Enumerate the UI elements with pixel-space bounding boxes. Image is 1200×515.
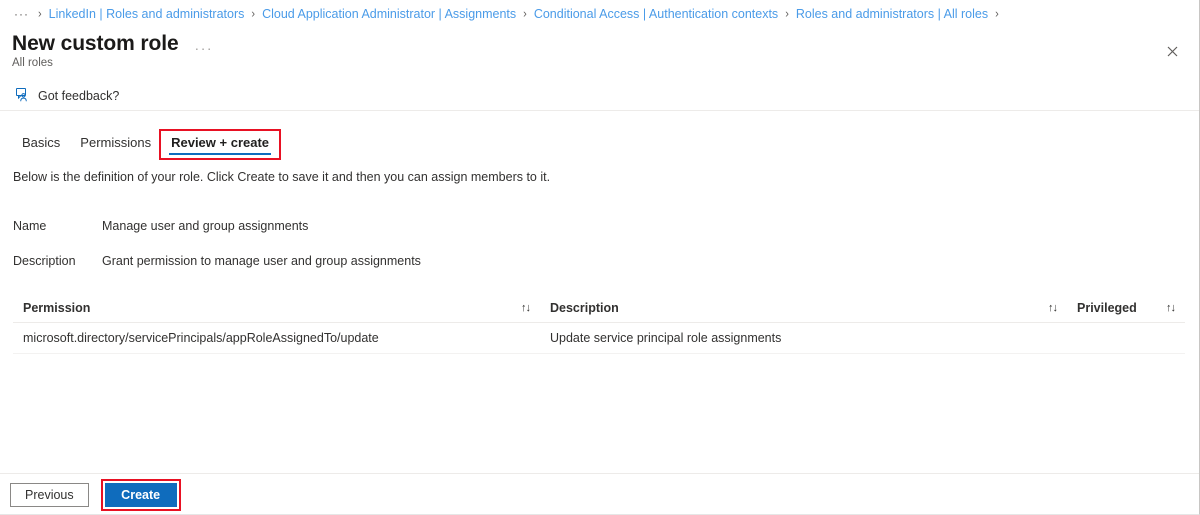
breadcrumb-item-linkedin-roles[interactable]: LinkedIn | Roles and administrators bbox=[49, 7, 245, 21]
role-summary-fields: Name Manage user and group assignments D… bbox=[13, 219, 713, 289]
custom-role-blade: ··· › LinkedIn | Roles and administrator… bbox=[0, 0, 1200, 515]
tab-basics[interactable]: Basics bbox=[12, 131, 70, 158]
more-options-icon[interactable]: ··· bbox=[195, 33, 214, 55]
field-row-name: Name Manage user and group assignments bbox=[13, 219, 713, 233]
field-row-description: Description Grant permission to manage u… bbox=[13, 254, 713, 268]
wizard-tabs: Basics Permissions Review + create bbox=[12, 129, 282, 163]
got-feedback-button[interactable]: Got feedback? bbox=[12, 85, 123, 108]
tab-permissions[interactable]: Permissions bbox=[70, 131, 161, 158]
sort-icon[interactable]: ↑↓ bbox=[1048, 302, 1058, 314]
breadcrumb-separator-icon: › bbox=[251, 6, 256, 21]
previous-button[interactable]: Previous bbox=[10, 482, 89, 507]
column-header-privileged-label: Privileged bbox=[1077, 301, 1137, 315]
field-value-description: Grant permission to manage user and grou… bbox=[102, 254, 421, 268]
table-row[interactable]: microsoft.directory/servicePrincipals/ap… bbox=[13, 323, 1185, 354]
intro-text: Below is the definition of your role. Cl… bbox=[13, 170, 551, 184]
permissions-table: Permission ↑↓ Description ↑↓ Privileged … bbox=[13, 294, 1185, 354]
column-header-permission[interactable]: Permission ↑↓ bbox=[13, 294, 540, 322]
breadcrumb: ··· › LinkedIn | Roles and administrator… bbox=[0, 0, 1199, 27]
breadcrumb-item-cloud-app-admin[interactable]: Cloud Application Administrator | Assign… bbox=[262, 7, 516, 21]
sort-icon[interactable]: ↑↓ bbox=[1166, 302, 1176, 314]
sort-icon[interactable]: ↑↓ bbox=[521, 302, 531, 314]
column-header-privileged[interactable]: Privileged ↑↓ bbox=[1067, 294, 1185, 322]
blade-header: New custom role ··· All roles bbox=[0, 27, 1199, 83]
table-header-row: Permission ↑↓ Description ↑↓ Privileged … bbox=[13, 294, 1185, 323]
feedback-person-icon bbox=[16, 87, 31, 105]
field-value-name: Manage user and group assignments bbox=[102, 219, 309, 233]
close-glyph bbox=[1167, 46, 1177, 56]
breadcrumb-separator-icon: › bbox=[785, 6, 789, 21]
column-header-description[interactable]: Description ↑↓ bbox=[540, 294, 1067, 322]
close-icon[interactable] bbox=[1156, 35, 1188, 67]
command-bar: Got feedback? bbox=[0, 82, 1199, 110]
footer-actions: Previous Create bbox=[0, 474, 1199, 514]
tab-review-create-label: Review + create bbox=[171, 135, 270, 150]
create-button[interactable]: Create bbox=[104, 482, 177, 507]
title-row: New custom role ··· bbox=[12, 31, 213, 57]
create-button-highlight: Create bbox=[100, 478, 181, 511]
page-title: New custom role bbox=[12, 32, 179, 55]
field-label-name: Name bbox=[13, 219, 47, 233]
column-header-permission-label: Permission bbox=[23, 301, 91, 315]
tab-selected-underline bbox=[169, 153, 272, 155]
breadcrumb-separator-icon: › bbox=[523, 6, 527, 21]
breadcrumb-item-conditional-access[interactable]: Conditional Access | Authentication cont… bbox=[534, 7, 778, 21]
header-divider bbox=[0, 110, 1199, 111]
cell-permission: microsoft.directory/servicePrincipals/ap… bbox=[23, 331, 379, 345]
page-subtitle: All roles bbox=[12, 57, 53, 69]
column-header-description-label: Description bbox=[550, 301, 619, 315]
field-label-description: Description bbox=[13, 254, 76, 268]
breadcrumb-separator-icon: › bbox=[995, 6, 999, 21]
cell-description: Update service principal role assignment… bbox=[550, 331, 782, 345]
breadcrumb-item-roles-all-roles[interactable]: Roles and administrators | All roles bbox=[796, 7, 988, 21]
tab-review-create[interactable]: Review + create bbox=[159, 129, 282, 160]
breadcrumb-separator-icon: › bbox=[38, 6, 42, 21]
breadcrumb-overflow-button[interactable]: ··· bbox=[12, 7, 31, 21]
got-feedback-label: Got feedback? bbox=[38, 89, 120, 103]
